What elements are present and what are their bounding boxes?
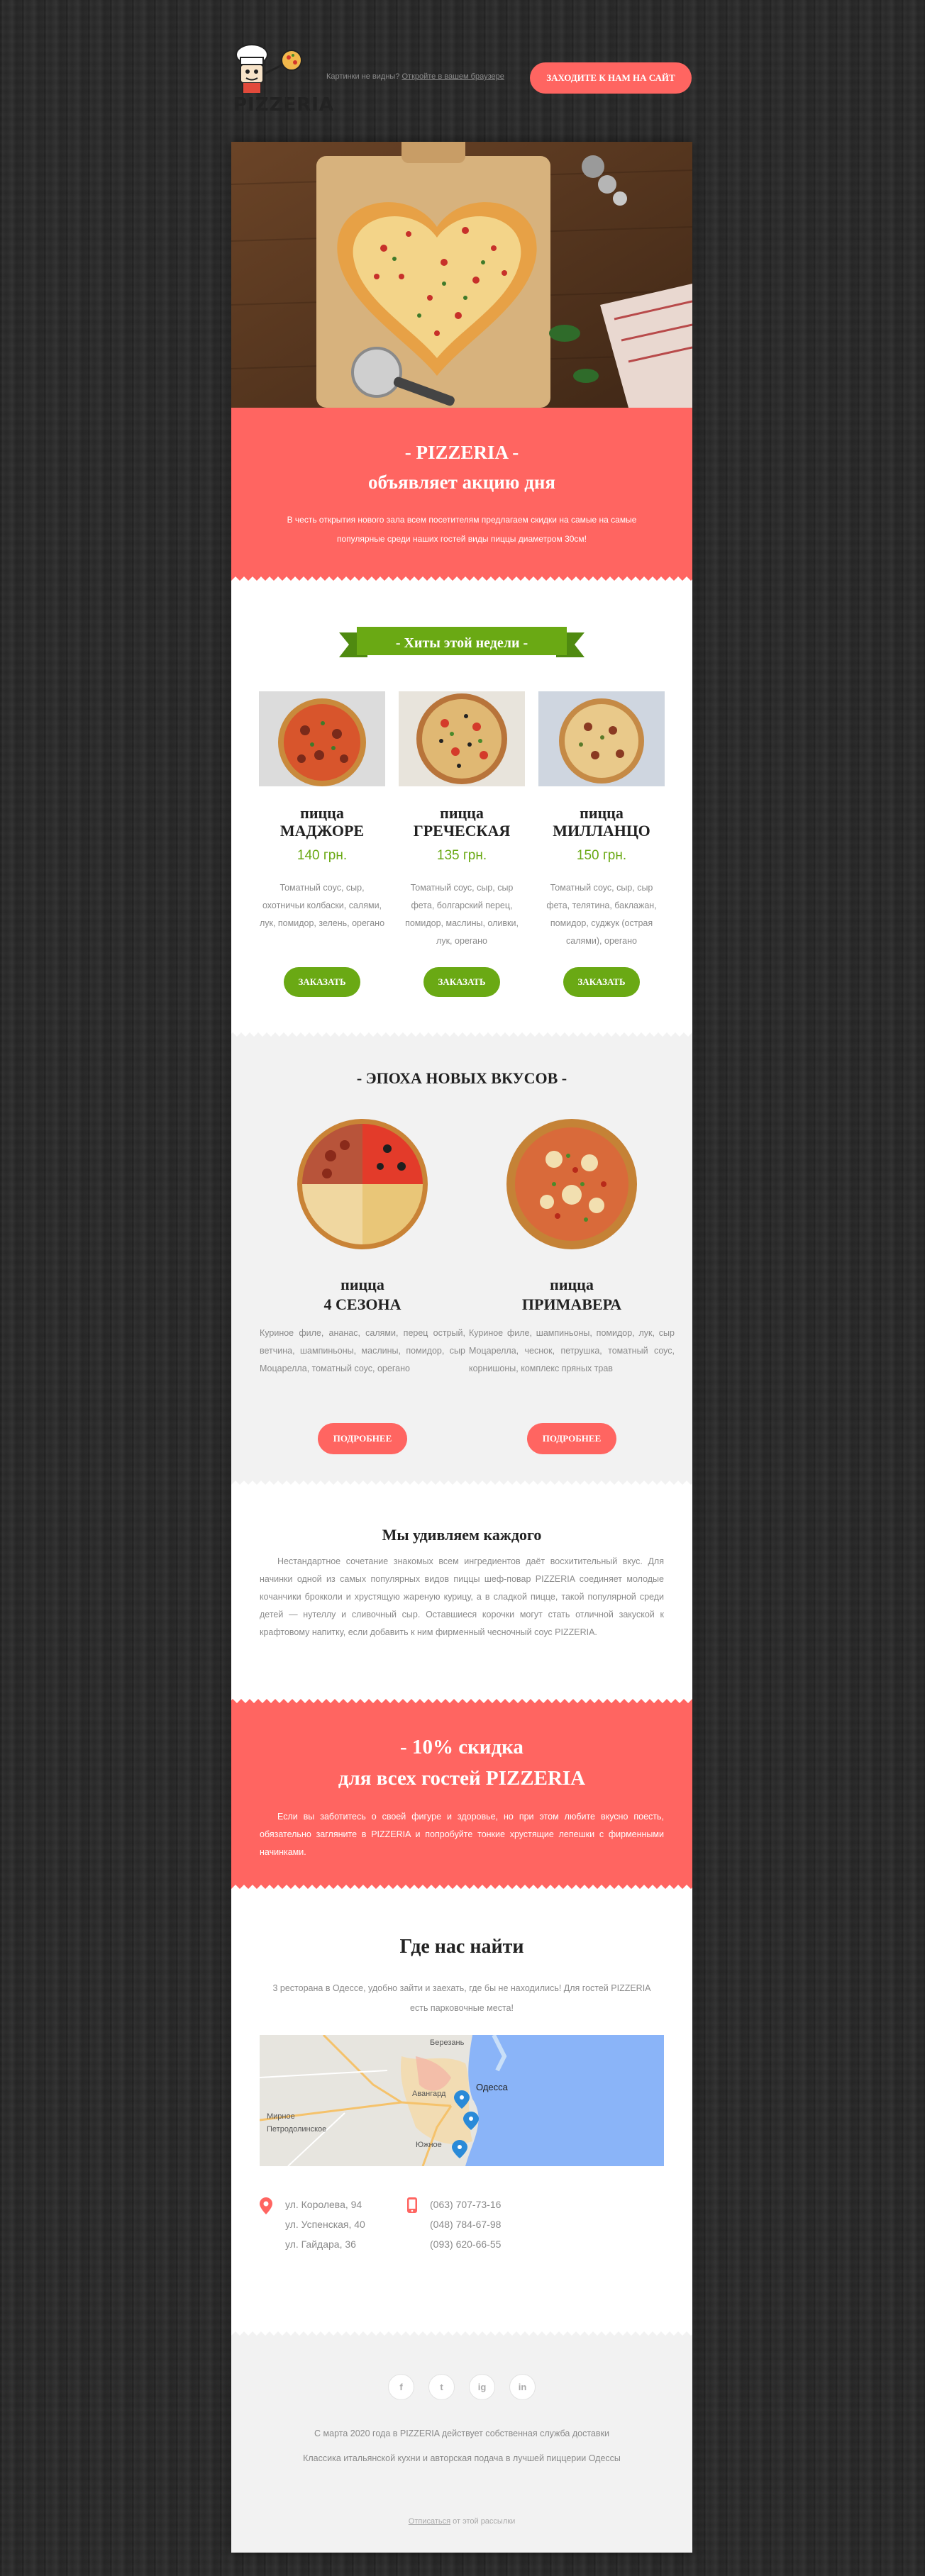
pizza-card: пицца МАДЖОРЕ 140 грн. Томатный соус, сыр… bbox=[259, 691, 385, 997]
email-container: - PIZZERIA - объявляет акцию дня В честь… bbox=[231, 142, 692, 2553]
address: ул. Гайдара, 36 bbox=[285, 2238, 356, 2250]
more-button[interactable]: ПОДРОБНЕЕ bbox=[318, 1423, 407, 1454]
location-pin-icon bbox=[260, 2197, 272, 2214]
logo[interactable]: PIZZERIA bbox=[231, 39, 333, 124]
preheader: Картинки не видны? Откройте в вашем брау… bbox=[326, 72, 504, 81]
discount-title-line2: для всех гостей PIZZERIA bbox=[338, 1767, 586, 1790]
zigzag-divider bbox=[231, 2331, 692, 2340]
surprise-section: Мы удивляем каждого Нестандартное сочета… bbox=[231, 1489, 692, 1695]
pizza-price: 135 грн. bbox=[436, 848, 487, 863]
phone-icon bbox=[407, 2197, 417, 2213]
ribbon-title: - Хиты этой недели - bbox=[395, 635, 528, 651]
zigzag-divider bbox=[231, 576, 692, 585]
unsubscribe-text: от этой рассылки bbox=[450, 2517, 516, 2526]
map-label: Мирное bbox=[267, 2112, 295, 2121]
footer-text: С марта 2020 года в PIZZERIA действует с… bbox=[314, 2429, 609, 2438]
facebook-icon[interactable]: f bbox=[388, 2374, 414, 2400]
promo-title-line2: объявляет акцию дня bbox=[367, 472, 556, 493]
pizza-photo bbox=[259, 691, 385, 786]
pizza-name: пицца ПРИМАВЕРА bbox=[521, 1276, 622, 1313]
discount-text: Если вы заботитесь о своей фигуре и здор… bbox=[260, 1812, 664, 1857]
zigzag-divider bbox=[231, 1695, 692, 1703]
pizza-name: пицца ГРЕЧЕСКАЯ bbox=[413, 804, 511, 840]
pizza-description: Куриное филе, ананас, салями, перец остр… bbox=[260, 1328, 465, 1373]
pizza-card: пицца 4 СЕЗОНА Куриное филе, ананас, саля… bbox=[260, 1117, 465, 1454]
footer-text: Классика итальянской кухни и авторская п… bbox=[303, 2453, 621, 2463]
hero-image bbox=[231, 142, 692, 408]
map-label: Южное bbox=[416, 2141, 442, 2149]
chef-mascot-icon bbox=[236, 44, 302, 93]
header: PIZZERIA Картинки не видны? Откройте в в… bbox=[231, 39, 692, 124]
pizza-name: пицца МИЛЛАНЦО bbox=[553, 804, 650, 840]
address: ул. Успенская, 40 bbox=[285, 2219, 365, 2230]
promo-title-line1: - PIZZERIA - bbox=[404, 442, 519, 463]
section-title: - ЭПОХА НОВЫХ ВКУСОВ - bbox=[356, 1069, 567, 1087]
instagram-icon[interactable]: ig bbox=[469, 2374, 495, 2400]
pizza-description: Томатный соус, сыр, сыр фета, телятина, … bbox=[546, 883, 657, 946]
section-text: Нестандартное сочетание знакомых всем ин… bbox=[260, 1556, 664, 1637]
footer: f t ig in С марта 2020 года в PIZZERIA д… bbox=[231, 2340, 692, 2553]
section-text: 3 ресторана в Одессе, удобно зайти и зае… bbox=[272, 1983, 651, 2013]
address: ул. Королева, 94 bbox=[285, 2199, 362, 2210]
section-title: Мы удивляем каждого bbox=[382, 1526, 542, 1544]
order-button[interactable]: ЗАКАЗАТЬ bbox=[284, 967, 360, 997]
zigzag-divider bbox=[231, 1028, 692, 1037]
map[interactable]: Березань Одесса Авангард Мирное Петродол… bbox=[260, 2035, 664, 2166]
order-button[interactable]: ЗАКАЗАТЬ bbox=[423, 967, 500, 997]
pizza-photo bbox=[506, 1119, 637, 1249]
discount-banner: - 10% скидка для всех гостей PIZZERIA Ес… bbox=[231, 1695, 692, 1893]
logo-text: PIZZERIA bbox=[233, 94, 335, 116]
pizza-name: пицца МАДЖОРЕ bbox=[279, 804, 365, 840]
pizza-card: пицца МИЛЛАНЦО 150 грн. Томатный соус, сы… bbox=[538, 691, 665, 997]
unsubscribe: Отписаться от этой рассылки bbox=[231, 2517, 692, 2526]
phone-number[interactable]: (048) 784-67-98 bbox=[430, 2214, 501, 2234]
pizza-name: пицца 4 СЕЗОНА bbox=[323, 1276, 401, 1313]
linkedin-icon[interactable]: in bbox=[509, 2374, 536, 2400]
promo-banner: - PIZZERIA - объявляет акцию дня В честь… bbox=[231, 408, 692, 585]
pizza-description: Томатный соус, сыр, сыр фета, болгарский… bbox=[405, 883, 519, 946]
promo-text: В честь открытия нового зала всем посети… bbox=[287, 515, 637, 544]
discount-title-line1: - 10% скидка bbox=[400, 1736, 524, 1758]
map-label: Авангард bbox=[412, 2090, 446, 2098]
pizza-description: Куриное филе, шампиньоны, помидор, лук, … bbox=[469, 1328, 675, 1373]
preheader-text: Картинки не видны? bbox=[326, 72, 402, 81]
phone-number[interactable]: (063) 707-73-16 bbox=[430, 2195, 501, 2214]
locations-section: Где нас найти 3 ресторана в Одессе, удоб… bbox=[231, 1893, 692, 2340]
pizza-photo bbox=[538, 691, 665, 786]
unsubscribe-link[interactable]: Отписаться bbox=[409, 2517, 450, 2526]
new-tastes-section: - ЭПОХА НОВЫХ ВКУСОВ - пицца 4 СЕЗОНА Кур… bbox=[231, 1028, 692, 1489]
map-label: Одесса bbox=[476, 2082, 509, 2092]
section-title: Где нас найти bbox=[399, 1936, 524, 1958]
pizza-card: пицца ГРЕЧЕСКАЯ 135 грн. Томатный соус, с… bbox=[399, 691, 525, 997]
pizza-description: Томатный соус, сыр, охотничьи колбаски, … bbox=[259, 883, 385, 928]
map-label: Березань bbox=[430, 2039, 465, 2047]
zigzag-divider bbox=[231, 1481, 692, 1489]
pizza-photo bbox=[399, 691, 525, 786]
pizza-price: 150 грн. bbox=[576, 848, 627, 863]
phones: (063) 707-73-16 (048) 784-67-98 (093) 62… bbox=[430, 2195, 501, 2254]
pizza-card: пицца ПРИМАВЕРА Куриное филе, шампиньоны,… bbox=[469, 1117, 675, 1454]
open-in-browser-link[interactable]: Откройте в вашем браузере bbox=[401, 72, 504, 81]
more-button[interactable]: ПОДРОБНЕЕ bbox=[527, 1423, 616, 1454]
pizza-price: 140 грн. bbox=[297, 848, 348, 863]
addresses: ул. Королева, 94 ул. Успенская, 40 ул. Г… bbox=[285, 2195, 365, 2254]
phone-number[interactable]: (093) 620-66-55 bbox=[430, 2234, 501, 2254]
pizza-photo bbox=[297, 1119, 428, 1249]
contacts: ул. Королева, 94 ул. Успенская, 40 ул. Г… bbox=[260, 2195, 664, 2265]
zigzag-divider bbox=[231, 1885, 692, 1893]
social-links: f t ig in bbox=[231, 2374, 692, 2400]
visit-site-button[interactable]: ЗАХОДИТЕ К НАМ НА САЙТ bbox=[530, 62, 692, 94]
twitter-icon[interactable]: t bbox=[428, 2374, 455, 2400]
order-button[interactable]: ЗАКАЗАТЬ bbox=[563, 967, 640, 997]
map-label: Петродолинское bbox=[267, 2125, 326, 2134]
weekly-hits-section: - Хиты этой недели - пицца МАДЖОРЕ 140 гр… bbox=[231, 585, 692, 1028]
